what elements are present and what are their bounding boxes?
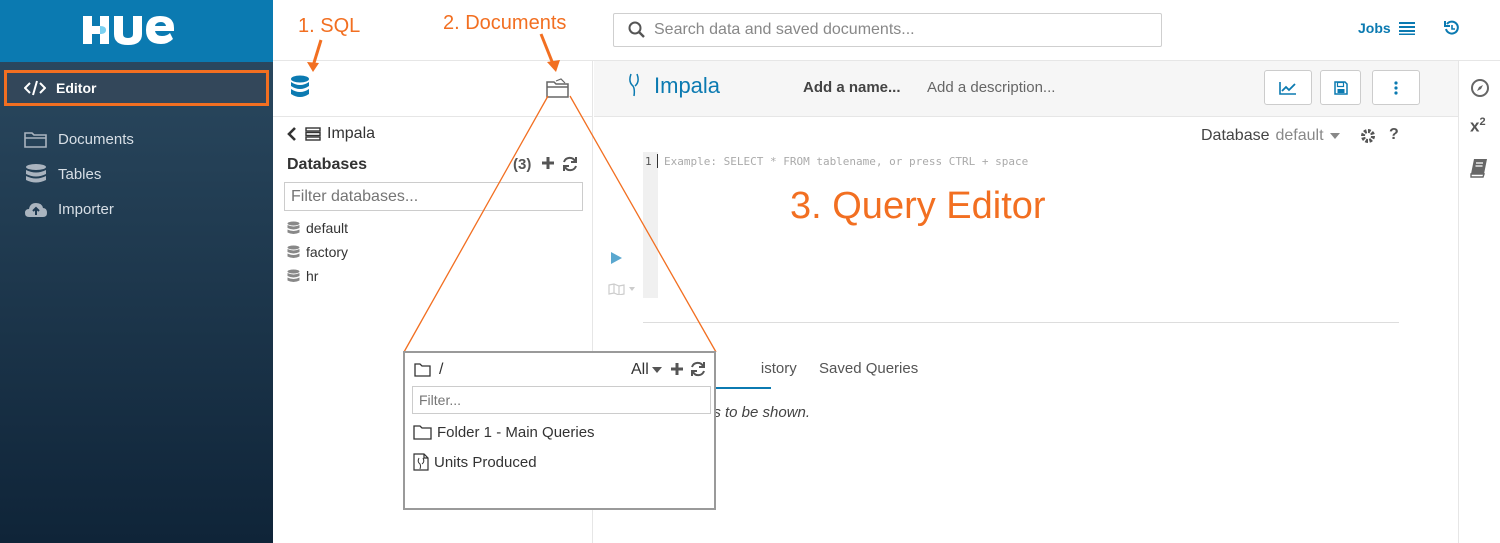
caret-down-icon — [651, 367, 662, 373]
query-editor-annotation: 3. Query Editor — [790, 185, 1046, 227]
query-name-field[interactable]: Add a name... — [803, 79, 901, 96]
add-document-icon[interactable] — [670, 362, 684, 381]
database-value: default — [1275, 127, 1324, 144]
refresh-icon[interactable] — [562, 156, 578, 177]
database-name: factory — [306, 244, 349, 260]
kebab-menu-icon — [1394, 80, 1398, 95]
text-cursor — [657, 154, 658, 168]
sidebar-item-label: Documents — [58, 130, 134, 148]
sidebar-item-documents[interactable]: Documents — [24, 126, 134, 152]
document-item-query[interactable]: Units Produced — [413, 453, 537, 471]
sidebar-item-label: Editor — [56, 80, 97, 96]
filter-databases-input[interactable] — [284, 182, 583, 211]
database-label: Database — [1201, 127, 1270, 144]
book-icon[interactable] — [1470, 158, 1488, 183]
breadcrumb[interactable]: Impala — [285, 125, 375, 143]
sidebar-item-label: Tables — [58, 165, 102, 183]
database-item[interactable]: hr — [287, 268, 318, 284]
settings-gear-icon[interactable] — [1360, 128, 1376, 149]
database-icon — [287, 221, 300, 234]
chevron-left-icon[interactable] — [285, 126, 299, 142]
database-item[interactable]: factory — [287, 244, 348, 260]
document-item-label: Folder 1 - Main Queries — [437, 424, 595, 441]
folder-open-icon — [24, 132, 47, 148]
documents-folder-icon[interactable] — [546, 78, 570, 103]
sql-annotation: 1. SQL — [298, 15, 361, 37]
documents-annotation: 2. Documents — [443, 12, 567, 34]
query-description-field[interactable]: Add a description... — [927, 79, 1055, 96]
databases-count: (3) — [513, 156, 532, 173]
popup-type-filter-label: All — [631, 361, 649, 378]
sidebar-item-label: Importer — [58, 200, 114, 218]
document-item-folder[interactable]: Folder 1 - Main Queries — [413, 424, 595, 441]
impala-document-icon — [413, 453, 429, 471]
search-icon — [628, 21, 645, 38]
save-icon — [1333, 80, 1348, 95]
tab-history-visible-label: istory — [760, 360, 797, 377]
hue-logo[interactable] — [80, 12, 190, 53]
line-number: 1 — [645, 155, 652, 168]
editor-engine-title: Impala — [654, 73, 721, 98]
database-name: default — [306, 220, 349, 236]
database-selector[interactable]: Database default — [1201, 127, 1340, 145]
folder-icon — [413, 425, 432, 440]
folder-icon — [414, 363, 431, 377]
code-editor[interactable]: Example: SELECT * FROM tablename, or pre… — [664, 155, 1028, 168]
jobs-list-icon — [1398, 21, 1415, 35]
chart-line-icon — [1279, 81, 1296, 95]
help-icon[interactable]: ? — [1389, 126, 1399, 144]
compass-icon[interactable] — [1470, 78, 1490, 103]
global-search-input[interactable]: Search data and saved documents... — [613, 13, 1162, 47]
caret-down-icon — [1329, 133, 1340, 139]
functions-icon[interactable]: x2 — [1470, 116, 1486, 137]
sidebar-item-tables[interactable]: Tables — [24, 161, 101, 187]
popup-type-filter[interactable]: All — [631, 361, 662, 379]
server-icon — [305, 127, 321, 141]
chart-button[interactable] — [1264, 70, 1312, 105]
impala-icon — [627, 73, 641, 102]
database-icon — [287, 245, 300, 258]
empty-history-message: es to be shown. — [705, 404, 811, 421]
results-divider — [643, 322, 1399, 323]
history-icon[interactable] — [1444, 20, 1460, 41]
map-icon[interactable] — [608, 282, 638, 300]
database-icon — [26, 164, 46, 183]
databases-title: Databases — [287, 156, 368, 173]
add-database-icon[interactable] — [541, 156, 555, 175]
popup-filter-input[interactable] — [412, 386, 711, 414]
code-gutter — [643, 152, 658, 298]
jobs-label: Jobs — [1358, 20, 1391, 36]
popup-path-label: / — [439, 361, 444, 378]
jobs-button[interactable]: Jobs — [1358, 20, 1415, 36]
cloud-upload-icon — [25, 203, 47, 217]
document-item-label: Units Produced — [434, 453, 537, 471]
sql-database-icon[interactable] — [290, 75, 310, 104]
tab-query-history[interactable]: Query History — [705, 360, 797, 377]
refresh-icon[interactable] — [690, 361, 706, 382]
database-item[interactable]: default — [287, 220, 348, 236]
more-options-button[interactable] — [1372, 70, 1420, 105]
popup-path[interactable]: / — [414, 361, 443, 379]
sidebar-item-editor[interactable]: Editor — [4, 70, 269, 106]
sidebar-item-importer[interactable]: Importer — [24, 196, 114, 222]
code-icon — [24, 80, 46, 96]
assist-panel-tabs — [273, 61, 593, 117]
play-icon[interactable] — [611, 251, 622, 269]
tab-saved-queries[interactable]: Saved Queries — [819, 360, 918, 377]
breadcrumb-label: Impala — [327, 125, 376, 142]
database-icon — [287, 269, 300, 282]
search-placeholder: Search data and saved documents... — [654, 21, 915, 38]
save-button[interactable] — [1320, 70, 1361, 105]
database-name: hr — [306, 268, 319, 284]
